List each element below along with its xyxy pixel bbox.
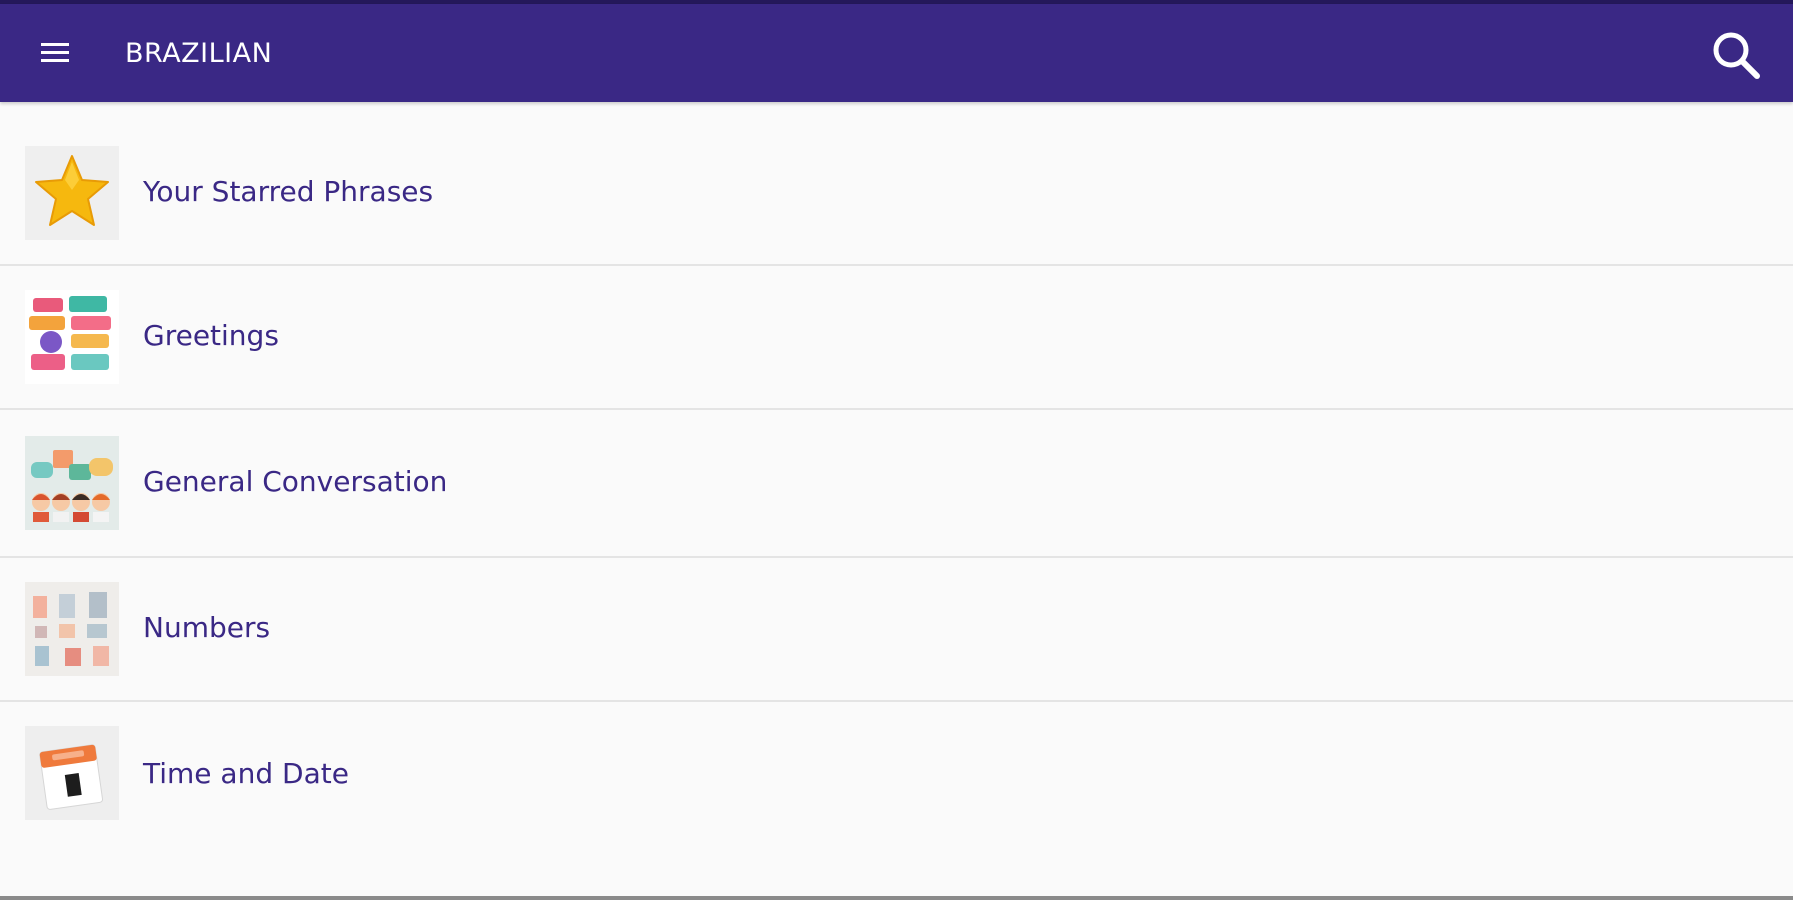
calendar-icon: [25, 726, 119, 820]
app-screen: BRAZILIAN Your Starred Phrases Greetings…: [0, 0, 1793, 900]
speech-bubbles-icon: [25, 290, 119, 384]
list-item-general-conversation[interactable]: General Conversation: [0, 410, 1793, 558]
list-item-label: Time and Date: [143, 757, 349, 790]
list-item-starred-phrases[interactable]: Your Starred Phrases: [0, 102, 1793, 266]
list-item-label: Numbers: [143, 611, 271, 644]
star-icon: [25, 146, 119, 240]
list-item-greetings[interactable]: Greetings: [0, 266, 1793, 410]
list-item-label: General Conversation: [143, 465, 448, 498]
numbers-icon: [25, 582, 119, 676]
list-item-time-and-date[interactable]: Time and Date: [0, 702, 1793, 852]
hamburger-menu-icon[interactable]: [38, 36, 72, 70]
conversation-people-icon: [25, 436, 119, 530]
page-title: BRAZILIAN: [125, 38, 273, 69]
list-item-numbers[interactable]: Numbers: [0, 558, 1793, 702]
bottom-edge: [0, 896, 1793, 900]
list-item-label: Your Starred Phrases: [143, 175, 434, 208]
app-bar: BRAZILIAN: [0, 4, 1793, 102]
list-item-label: Greetings: [143, 319, 279, 352]
search-icon[interactable]: [1707, 26, 1765, 84]
